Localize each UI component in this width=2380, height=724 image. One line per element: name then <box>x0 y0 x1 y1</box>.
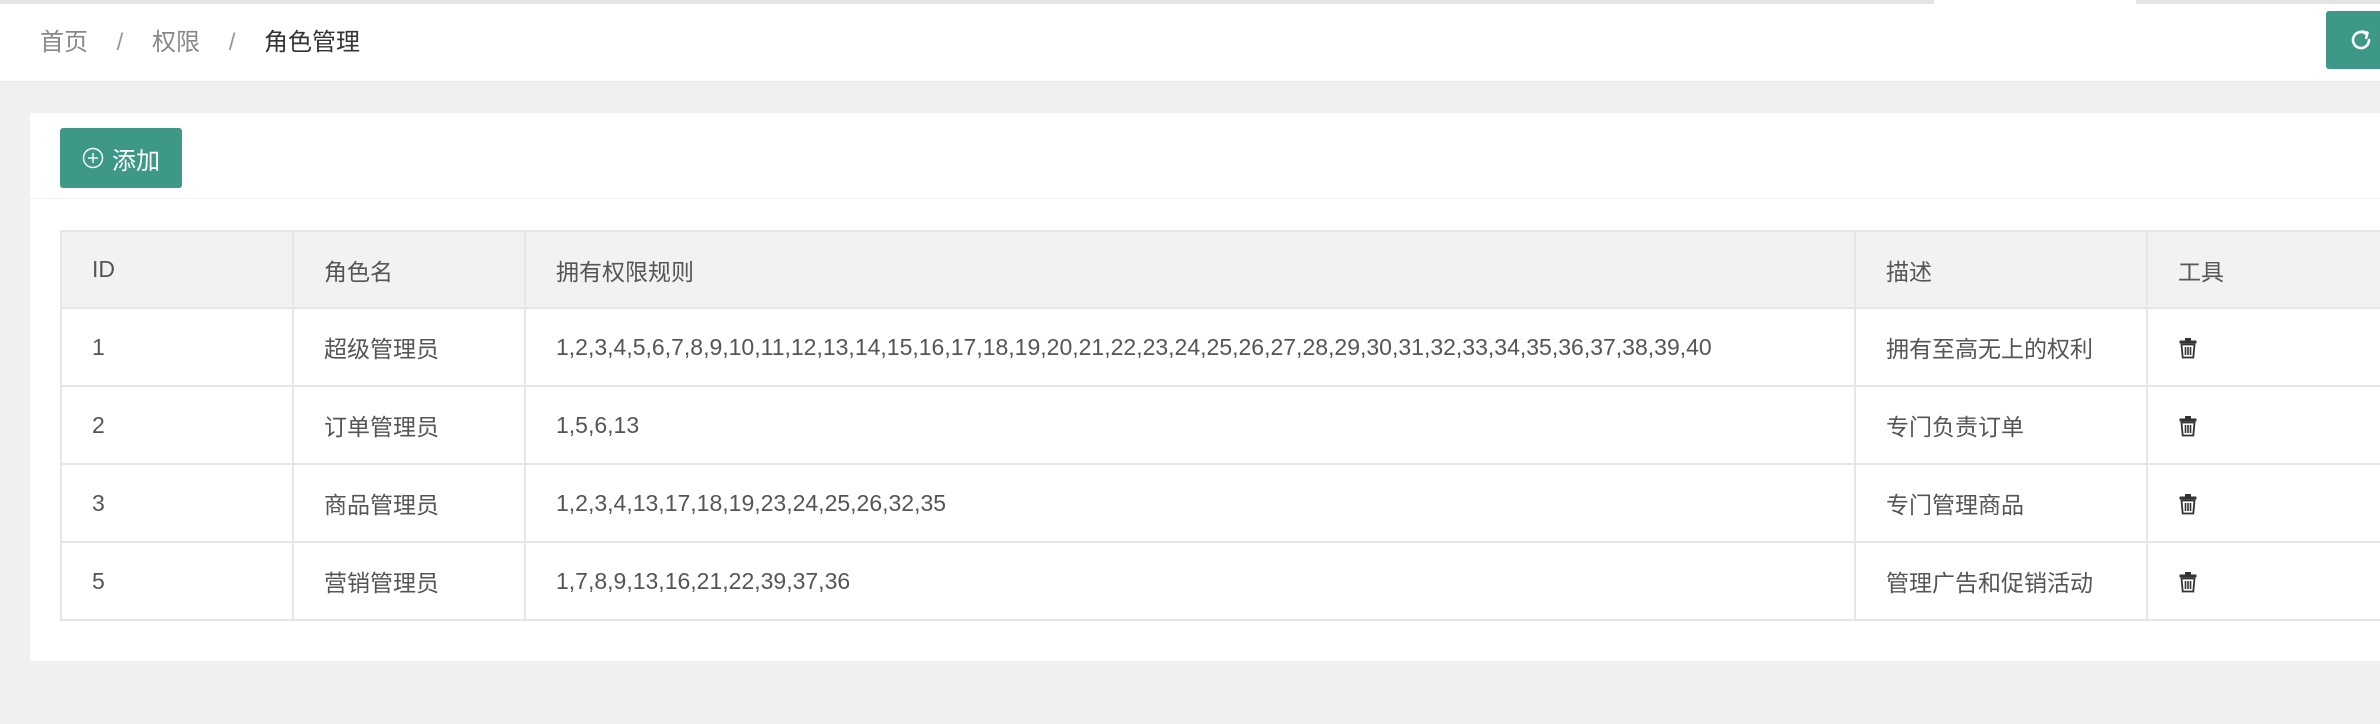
trash-icon[interactable] <box>2178 493 2198 515</box>
cell-id: 5 <box>60 541 294 621</box>
roles-card: 添加 ID 角色名 拥有权限规则 描述 工具 1 超级管理员 1,2,3,4,5… <box>30 113 2380 661</box>
cell-id: 2 <box>60 385 294 465</box>
column-header-tools: 工具 <box>2146 230 2380 309</box>
breadcrumb-home[interactable]: 首页 <box>40 29 88 56</box>
table-header-row: ID 角色名 拥有权限规则 描述 工具 <box>60 230 2380 309</box>
trash-icon[interactable] <box>2178 415 2198 437</box>
cell-role-name: 商品管理员 <box>292 463 526 543</box>
breadcrumb-separator: / <box>116 29 124 56</box>
trash-icon[interactable] <box>2178 337 2198 359</box>
column-header-role-name: 角色名 <box>292 230 526 309</box>
page-header: 首页 / 权限 / 角色管理 <box>0 4 2380 82</box>
add-button-label: 添加 <box>112 147 160 175</box>
cell-role-name: 营销管理员 <box>292 541 526 621</box>
cell-rules: 1,2,3,4,5,6,7,8,9,10,11,12,13,14,15,16,1… <box>524 307 1856 387</box>
refresh-icon <box>2351 30 2371 50</box>
table-row: 3 商品管理员 1,2,3,4,13,17,18,19,23,24,25,26,… <box>60 463 2380 543</box>
cell-tools <box>2146 385 2380 465</box>
table-row: 2 订单管理员 1,5,6,13 专门负责订单 <box>60 385 2380 465</box>
cell-description: 拥有至高无上的权利 <box>1854 307 2148 387</box>
table-row: 1 超级管理员 1,2,3,4,5,6,7,8,9,10,11,12,13,14… <box>60 307 2380 387</box>
breadcrumb-permissions[interactable]: 权限 <box>152 29 200 56</box>
plus-circle-icon <box>82 147 104 169</box>
add-role-button[interactable]: 添加 <box>60 128 182 188</box>
trash-icon[interactable] <box>2178 571 2198 593</box>
cell-tools <box>2146 541 2380 621</box>
refresh-button[interactable] <box>2326 11 2380 69</box>
roles-table: ID 角色名 拥有权限规则 描述 工具 1 超级管理员 1,2,3,4,5,6,… <box>60 230 2380 621</box>
cell-rules: 1,2,3,4,13,17,18,19,23,24,25,26,32,35 <box>524 463 1856 543</box>
cell-rules: 1,5,6,13 <box>524 385 1856 465</box>
cell-description: 专门负责订单 <box>1854 385 2148 465</box>
cell-id: 1 <box>60 307 294 387</box>
cell-rules: 1,7,8,9,13,16,21,22,39,37,36 <box>524 541 1856 621</box>
column-header-rules: 拥有权限规则 <box>524 230 1856 309</box>
breadcrumb-current: 角色管理 <box>264 29 361 56</box>
cell-role-name: 超级管理员 <box>292 307 526 387</box>
cell-role-name: 订单管理员 <box>292 385 526 465</box>
column-header-description: 描述 <box>1854 230 2148 309</box>
column-header-id: ID <box>60 230 294 309</box>
cell-description: 专门管理商品 <box>1854 463 2148 543</box>
breadcrumb-separator: / <box>228 29 236 56</box>
cell-id: 3 <box>60 463 294 543</box>
cell-tools <box>2146 463 2380 543</box>
cell-tools <box>2146 307 2380 387</box>
breadcrumb: 首页 / 权限 / 角色管理 <box>40 26 360 60</box>
table-row: 5 营销管理员 1,7,8,9,13,16,21,22,39,37,36 管理广… <box>60 541 2380 621</box>
card-toolbar: 添加 <box>30 113 2380 199</box>
cell-description: 管理广告和促销活动 <box>1854 541 2148 621</box>
